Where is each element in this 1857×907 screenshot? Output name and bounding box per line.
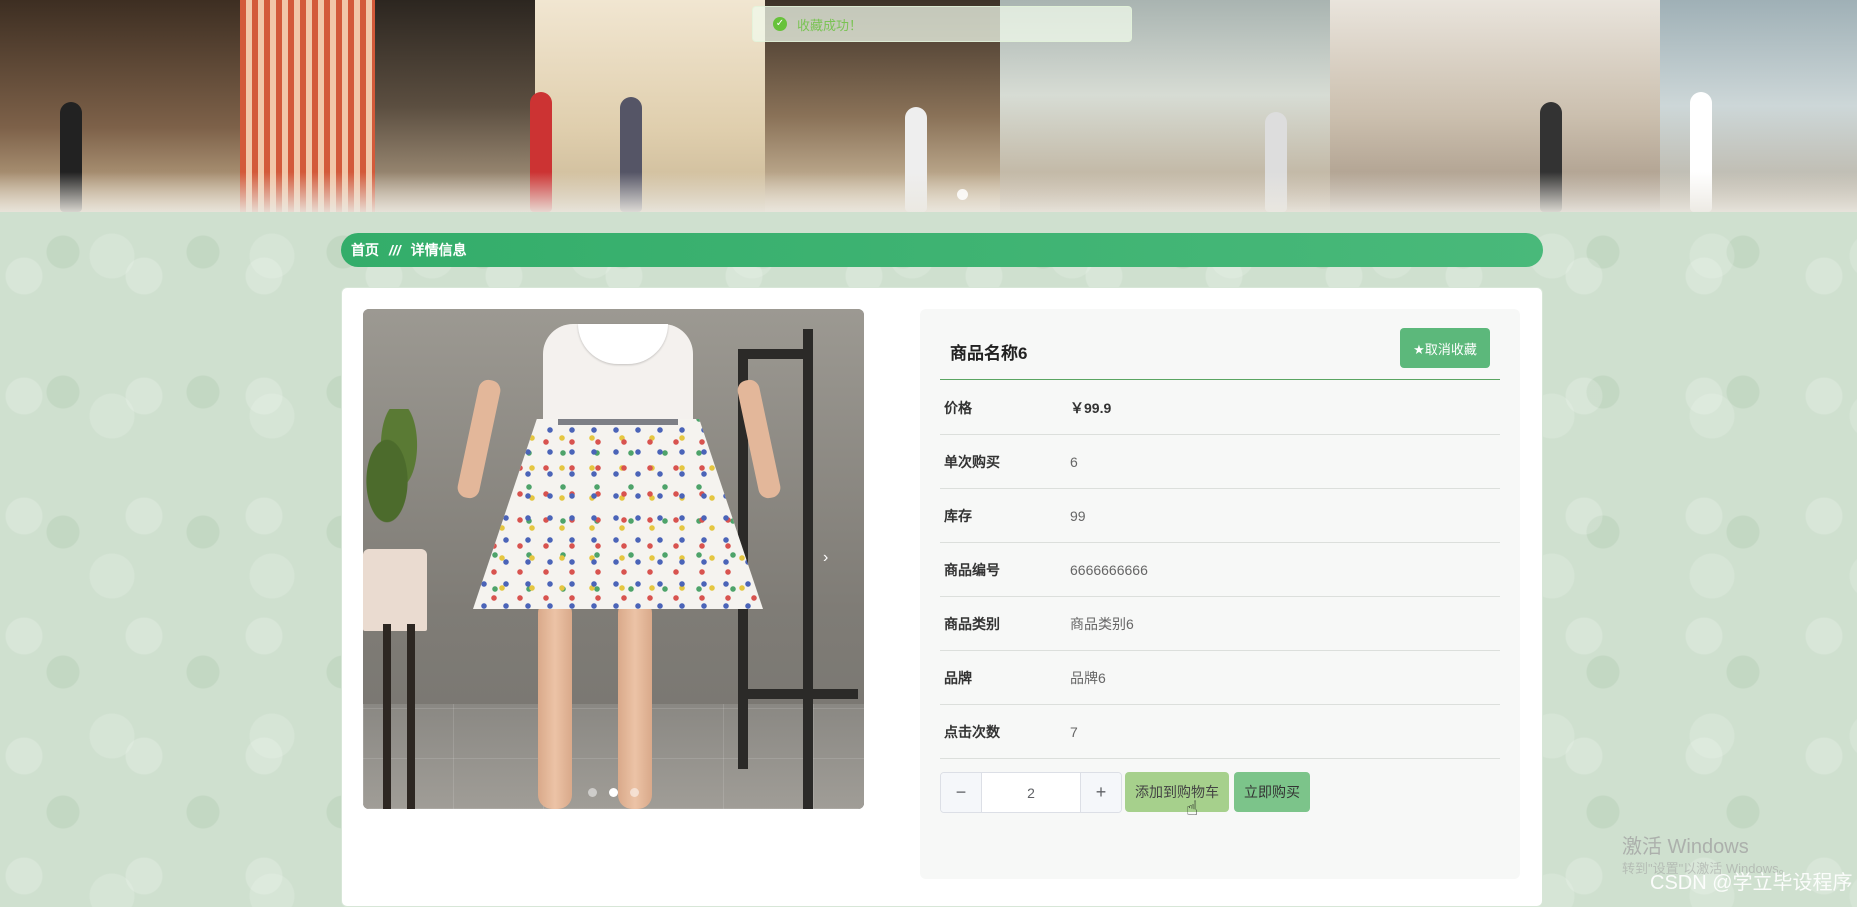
breadcrumb-separator: /// [389, 242, 401, 258]
unfavorite-button[interactable]: ★取消收藏 [1400, 328, 1490, 368]
product-name: 商品名称6 [950, 344, 1028, 363]
field-label: 点击次数 [944, 723, 1000, 740]
carousel-dot[interactable] [630, 788, 639, 797]
stool [363, 624, 423, 809]
field-value-price: ￥99.9 [1070, 399, 1112, 416]
model-leg [538, 599, 572, 809]
field-label: 库存 [944, 507, 972, 524]
field-value: 商品类别6 [1070, 615, 1134, 632]
plant [363, 409, 423, 529]
increase-button[interactable]: + [1081, 773, 1121, 812]
field-row-limit: 单次购买 6 [940, 435, 1500, 489]
field-row-category: 商品类别 商品类别6 [940, 597, 1500, 651]
breadcrumb: 首页 /// 详情信息 [341, 233, 1543, 267]
field-label: 品牌 [944, 669, 972, 686]
product-fields: 价格 ￥99.9 单次购买 6 库存 99 商品编号 6666666666 商品… [940, 381, 1500, 759]
field-label: 商品编号 [944, 561, 1000, 578]
field-value: 6 [1070, 453, 1078, 470]
product-info-panel: 商品名称6 ★取消收藏 价格 ￥99.9 单次购买 6 库存 99 商品编号 6… [920, 309, 1520, 879]
field-label: 单次购买 [944, 453, 1000, 470]
field-row-price: 价格 ￥99.9 [940, 381, 1500, 435]
field-row-brand: 品牌 品牌6 [940, 651, 1500, 705]
buy-now-button[interactable]: 立即购买 [1234, 772, 1310, 812]
field-value: 99 [1070, 507, 1086, 524]
carousel-dot[interactable] [588, 788, 597, 797]
check-circle-icon: ✓ [773, 17, 787, 31]
dress-waistband [558, 419, 678, 425]
csdn-watermark: CSDN @学立毕设程序 [1650, 872, 1853, 894]
model-leg [618, 599, 652, 809]
hand-cursor-icon: ☝ [1186, 798, 1199, 820]
decrease-button[interactable]: − [941, 773, 981, 812]
toast-message: 收藏成功！ [797, 17, 863, 33]
success-toast: ✓ 收藏成功！ [752, 6, 1132, 42]
breadcrumb-current: 详情信息 [410, 242, 467, 258]
banner-indicator[interactable] [957, 189, 968, 200]
quantity-stepper: − 2 + [940, 772, 1122, 813]
carousel-indicators [363, 788, 864, 797]
field-value: 6666666666 [1070, 561, 1148, 578]
handbag [363, 549, 427, 631]
field-label: 价格 [944, 399, 972, 416]
banner-floor [0, 172, 1857, 212]
quantity-input[interactable]: 2 [981, 773, 1081, 812]
title-row: 商品名称6 ★取消收藏 [940, 319, 1500, 380]
clothes-rack [803, 329, 813, 809]
add-to-cart-button[interactable]: 添加到购物车 [1125, 772, 1229, 812]
field-value: 7 [1070, 723, 1078, 740]
field-row-code: 商品编号 6666666666 [940, 543, 1500, 597]
field-label: 商品类别 [944, 615, 1000, 632]
field-row-stock: 库存 99 [940, 489, 1500, 543]
clothes-rack [738, 349, 813, 359]
chevron-right-icon[interactable]: › [823, 549, 828, 567]
carousel-dot-active[interactable] [609, 788, 618, 797]
windows-activation-watermark: 激活 Windows [1622, 836, 1749, 858]
field-value: 品牌6 [1070, 669, 1106, 686]
clothes-rack [738, 689, 858, 699]
product-image-carousel[interactable]: › [363, 309, 864, 809]
field-row-clicks: 点击次数 7 [940, 705, 1500, 759]
breadcrumb-home[interactable]: 首页 [351, 240, 379, 260]
